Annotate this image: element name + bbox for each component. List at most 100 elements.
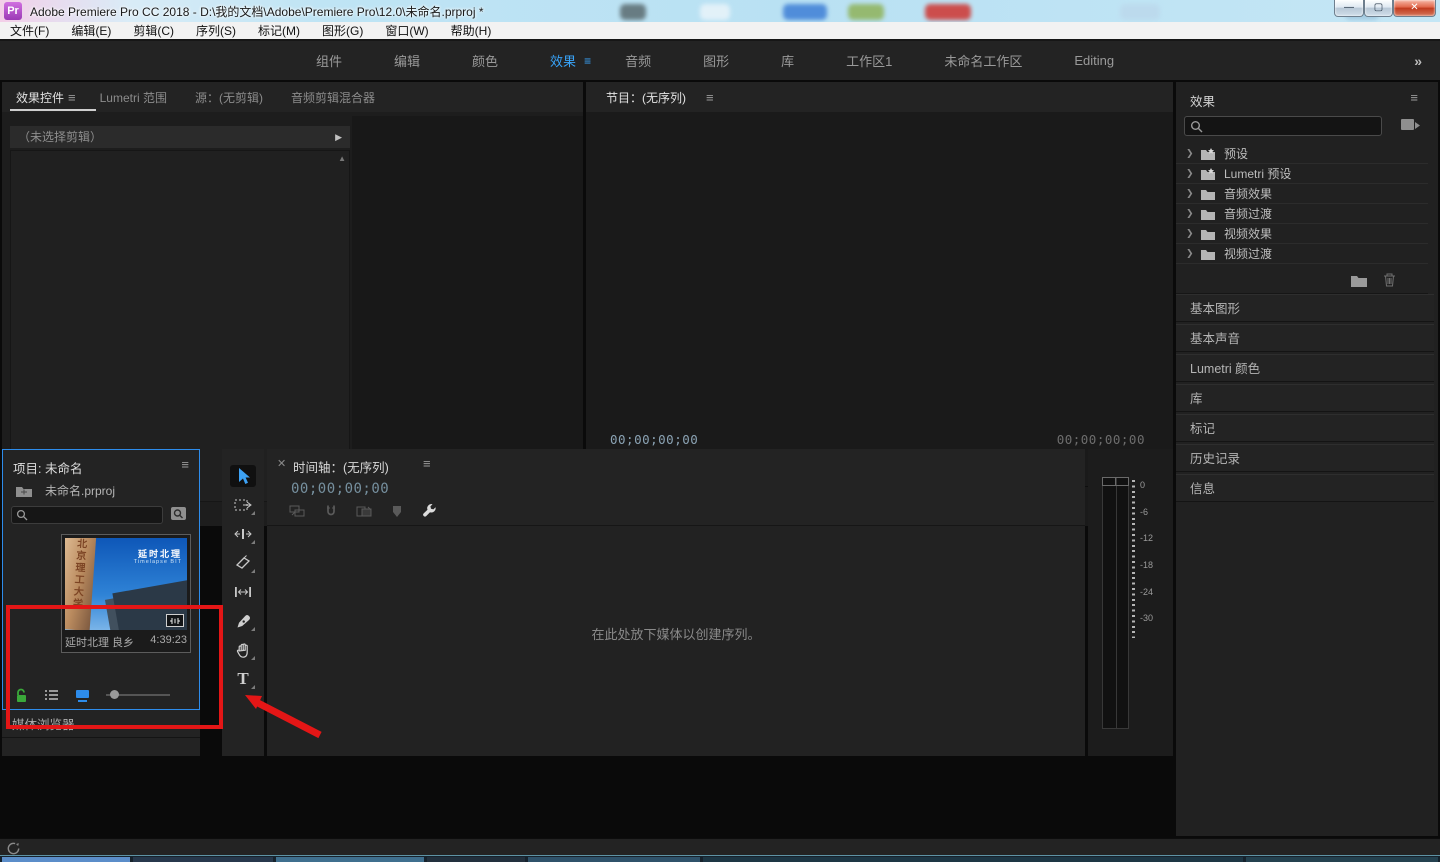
status-bar [0, 838, 1440, 855]
timeline-drop-zone[interactable]: 在此处放下媒体以创建序列。 [267, 525, 1085, 756]
menu-clip[interactable]: 剪辑(C) [133, 22, 174, 39]
workspace-tab-assembly[interactable]: 组件 [316, 51, 342, 70]
workspace-tab-audio[interactable]: 音频 [625, 51, 651, 70]
tab-essential-sound[interactable]: 基本声音 [1176, 324, 1434, 352]
tree-row-video-transitions[interactable]: ❯ 视频过渡 [1176, 244, 1428, 264]
tree-row-video-effects[interactable]: ❯ 视频效果 [1176, 224, 1428, 244]
close-panel-icon[interactable]: ✕ [277, 457, 286, 470]
clip-meta-row: 延时北理 良乡 4:39:23 [65, 634, 187, 650]
workspace-tab-libraries[interactable]: 库 [781, 51, 794, 70]
project-panel-title[interactable]: 项目: 未命名 [13, 458, 82, 477]
preset-folder-icon [1200, 167, 1216, 180]
program-monitor-tabbar: 节目：(无序列) ≡ [586, 82, 1173, 112]
tool-razor[interactable] [230, 552, 256, 574]
menu-window[interactable]: 窗口(W) [385, 22, 428, 39]
tab-timeline[interactable]: 时间轴：(无序列) [293, 457, 389, 476]
tab-essential-graphics[interactable]: 基本图形 [1176, 294, 1434, 322]
tool-slip[interactable] [230, 581, 256, 603]
maximize-button[interactable]: ▢ [1364, 0, 1393, 17]
tab-audio-clip-mixer[interactable]: 音频剪辑混合器 [291, 89, 375, 106]
workspace-tab-unnamed[interactable]: 未命名工作区 [944, 51, 1022, 70]
menu-graphics[interactable]: 图形(G) [322, 22, 363, 39]
menu-help[interactable]: 帮助(H) [451, 22, 492, 39]
chevron-right-icon[interactable]: ❯ [1186, 228, 1200, 239]
program-current-timecode: 00;00;00;00 [610, 432, 699, 447]
tab-markers[interactable]: 标记 [1176, 414, 1434, 442]
workspace-tab-workspace1[interactable]: 工作区1 [846, 51, 892, 70]
chevron-right-icon[interactable]: ❯ [1186, 248, 1200, 259]
chevron-right-icon[interactable]: ❯ [1186, 188, 1200, 199]
effects-panel: 效果 ≡ ❯ 预设 ❯ Lumetri 预设 ❯ 音频效果 ❯ 音频过渡 ❯ 视… [1176, 82, 1438, 836]
tab-source-monitor[interactable]: 源：(无剪辑) [195, 89, 263, 106]
tool-track-select-forward[interactable] [230, 494, 256, 516]
panel-menu-icon[interactable]: ≡ [423, 456, 431, 471]
workspace-tab-editing-cn[interactable]: 编辑 [394, 51, 420, 70]
tab-program-monitor[interactable]: 节目：(无序列) [606, 89, 686, 106]
clip-thumbnail[interactable]: 北京理工大学 延时北理 Timelapse BIT [65, 538, 187, 630]
tab-lumetri-scopes[interactable]: Lumetri 范围 [100, 89, 167, 106]
chevron-right-icon[interactable]: ❯ [1186, 148, 1200, 159]
project-file-row[interactable]: 未命名.prproj [15, 482, 115, 499]
tab-history[interactable]: 历史记录 [1176, 444, 1434, 472]
tree-row-audio-effects[interactable]: ❯ 音频效果 [1176, 184, 1428, 204]
tab-effect-controls[interactable]: 效果控件 [16, 89, 64, 106]
clip-name[interactable]: 延时北理 良乡 [65, 634, 134, 650]
meter-label: -12 [1140, 533, 1154, 543]
panel-menu-icon[interactable]: ≡ [1410, 90, 1418, 105]
clip-item[interactable]: 北京理工大学 延时北理 Timelapse BIT 延时北理 良乡 4:39:2… [61, 534, 191, 653]
folder-icon [1200, 208, 1216, 220]
chevron-right-icon[interactable]: ❯ [1186, 168, 1200, 179]
linked-selection-icon[interactable] [356, 505, 373, 518]
tree-row-presets[interactable]: ❯ 预设 [1176, 144, 1428, 164]
delete-trash-icon[interactable] [1383, 273, 1396, 287]
slider-knob[interactable] [110, 690, 119, 699]
add-marker-icon[interactable] [391, 505, 403, 518]
workspace-menu-icon[interactable]: ≡ [584, 54, 591, 68]
tab-lumetri-color[interactable]: Lumetri 颜色 [1176, 354, 1434, 382]
folder-icon [1200, 228, 1216, 240]
tab-media-browser[interactable]: 媒体浏览器 [2, 712, 200, 738]
new-custom-bin-icon[interactable] [1400, 116, 1420, 132]
new-bin-icon[interactable] [1350, 274, 1368, 287]
premiere-app-icon: Pr [4, 2, 22, 20]
thumbnail-zoom-slider[interactable] [106, 690, 170, 699]
panel-menu-icon[interactable]: ≡ [181, 457, 189, 472]
chevron-right-icon[interactable]: ❯ [1186, 208, 1200, 219]
workspace-tab-effects[interactable]: 效果 [550, 51, 576, 70]
panel-menu-icon[interactable]: ≡ [706, 90, 714, 105]
menu-sequence[interactable]: 序列(S) [196, 22, 236, 39]
effects-search-input[interactable] [1184, 116, 1382, 136]
close-button[interactable]: ✕ [1393, 0, 1436, 17]
tool-selection[interactable] [230, 465, 256, 487]
search-bin-icon[interactable] [170, 506, 187, 521]
menu-marker[interactable]: 标记(M) [258, 22, 300, 39]
tool-pen[interactable] [230, 610, 256, 632]
project-search-input[interactable] [11, 506, 163, 524]
workspace-tab-graphics[interactable]: 图形 [703, 51, 729, 70]
tab-info[interactable]: 信息 [1176, 474, 1434, 502]
tool-ripple-edit[interactable] [230, 523, 256, 545]
tool-hand[interactable] [230, 639, 256, 661]
icon-view-icon[interactable] [75, 689, 90, 702]
scroll-up-icon[interactable]: ▲ [338, 154, 346, 163]
insert-overwrite-nested-icon[interactable] [289, 504, 306, 518]
workspace-tab-color[interactable]: 颜色 [472, 51, 498, 70]
snap-magnet-icon[interactable] [324, 504, 338, 518]
project-file-name: 未命名.prproj [45, 484, 116, 498]
workspace-tab-editing-en[interactable]: Editing [1074, 53, 1114, 68]
workspace-overflow-chevron-icon[interactable]: » [1414, 53, 1422, 69]
minimize-button[interactable]: — [1334, 0, 1364, 17]
tool-type[interactable]: T [230, 668, 256, 690]
active-tab-underline [10, 109, 96, 111]
tree-row-lumetri-presets[interactable]: ❯ Lumetri 预设 [1176, 164, 1428, 184]
expand-arrow-icon[interactable]: ▶ [335, 126, 342, 148]
list-view-icon[interactable] [44, 689, 59, 701]
menu-edit[interactable]: 编辑(E) [71, 22, 111, 39]
timeline-settings-wrench-icon[interactable] [421, 503, 437, 519]
tree-row-audio-transitions[interactable]: ❯ 音频过渡 [1176, 204, 1428, 224]
project-panel-group: 项目: 未命名 ≡ 未命名.prproj 北京理工大学 延时北理 Timelap… [2, 449, 200, 756]
tab-libraries[interactable]: 库 [1176, 384, 1434, 412]
menu-file[interactable]: 文件(F) [10, 22, 49, 39]
panel-menu-icon[interactable]: ≡ [68, 90, 76, 105]
project-writable-lock-icon[interactable] [15, 688, 28, 703]
